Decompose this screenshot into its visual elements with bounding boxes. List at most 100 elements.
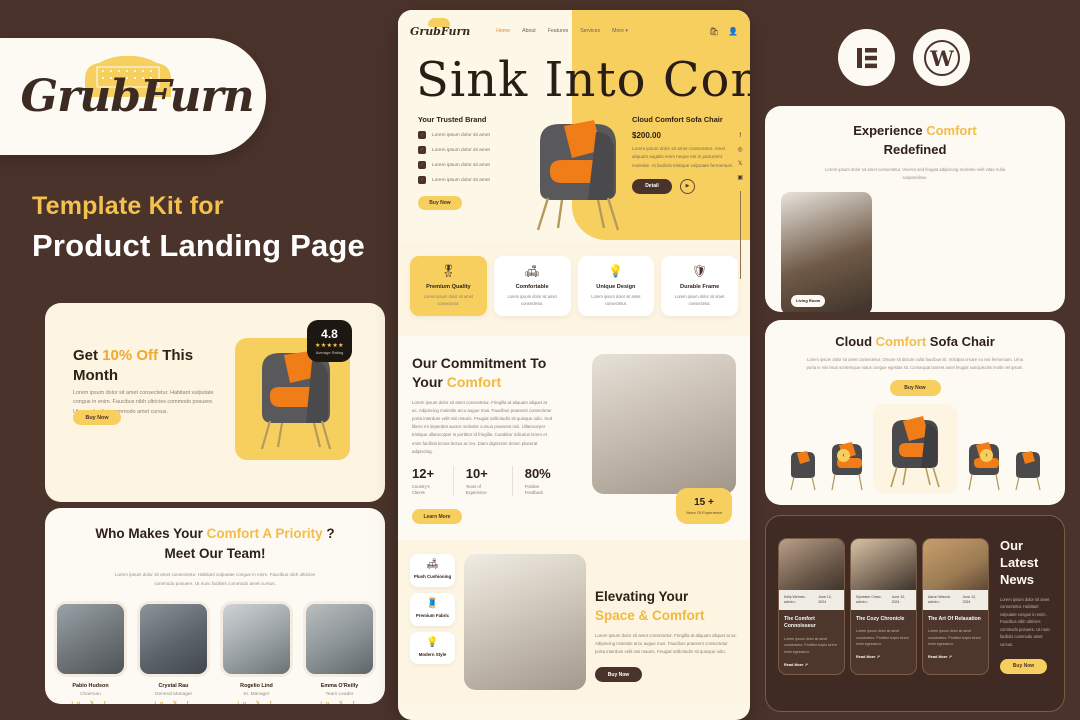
- stat-label: Years of Experience: [465, 483, 487, 496]
- gallery-tile-living-room[interactable]: Living Room: [781, 191, 873, 312]
- member-role: Chairman: [80, 691, 101, 697]
- carousel-thumb[interactable]: [1010, 446, 1046, 494]
- team-grid: Pablo Hudson Chairman in 𝕏 f Crystal Rau…: [45, 600, 385, 704]
- member-role: General Manager: [154, 691, 193, 697]
- hero-buy-now-button[interactable]: Buy Now: [418, 196, 462, 210]
- kit-title: Product Landing Page: [32, 228, 365, 263]
- detail-button[interactable]: Detail: [632, 178, 672, 194]
- read-more-link[interactable]: Read More ↗: [856, 654, 911, 659]
- check-icon[interactable]: ✓: [418, 176, 426, 184]
- platform-badges: W: [838, 29, 970, 86]
- news-side: Our Latest News Lorem ipsum dolor sit ame…: [994, 538, 1052, 675]
- news-post[interactable]: Sylvester Cristo-admin • June 12, 2024 T…: [850, 538, 917, 675]
- kit-label: Template Kit for: [32, 192, 224, 220]
- news-meta: Kelly Wehner-admin • June 12, 2024: [779, 590, 844, 610]
- member-social-icons[interactable]: in 𝕏 f: [137, 701, 210, 704]
- read-more-link[interactable]: Read More ↗: [928, 654, 983, 659]
- team-member[interactable]: Rogelio Lind Sr. Manager in 𝕏 f: [220, 600, 293, 704]
- news-body-text: Lorem ipsum dolor sit amet consectetur. …: [1000, 596, 1051, 648]
- member-name: Emma O'Reilly: [320, 682, 359, 689]
- avatar: [54, 600, 127, 677]
- fabric-icon: 🧵: [426, 598, 439, 610]
- carousel-active-slot[interactable]: [872, 403, 958, 494]
- experience-number: 15 +: [694, 497, 714, 509]
- news-thumbnail: [779, 539, 844, 590]
- carousel-thumb[interactable]: [785, 446, 821, 494]
- carousel-thumb[interactable]: [825, 436, 869, 494]
- learn-more-button[interactable]: Learn More: [412, 509, 462, 525]
- member-social-icons[interactable]: in 𝕏 f: [303, 701, 376, 704]
- instagram-icon[interactable]: ◎: [738, 146, 743, 153]
- side-feature-title: Premium Fabric: [415, 613, 450, 619]
- read-more-link[interactable]: Read More ↗: [784, 662, 839, 667]
- bag-icon[interactable]: 🛍: [709, 27, 719, 36]
- news-title: The Comfort Connoisseur: [784, 615, 816, 630]
- news-thumbnail: [923, 539, 988, 590]
- poster-canvas: GrubFurn Template Kit for Product Landin…: [0, 0, 1080, 720]
- nav-item-home[interactable]: Home: [496, 28, 510, 34]
- mockup-logo[interactable]: GrubFurn: [410, 17, 470, 38]
- commitment-body: Lorem ipsum dolor sit amet consectetur. …: [412, 399, 553, 454]
- member-social-icons[interactable]: in 𝕏 f: [220, 701, 293, 704]
- feature-cards-row: 🎖 Premium Quality Lorem ipsum dolor sit …: [398, 242, 750, 337]
- side-feature-modern-style[interactable]: 💡 Modern Style: [410, 631, 455, 665]
- carousel-next-button[interactable]: ›: [980, 448, 993, 462]
- side-feature-plush-cushioning[interactable]: 🛋 Plush Cushioning: [410, 554, 455, 588]
- logo-wrap: GrubFurn: [21, 55, 255, 139]
- gallery-title: Experience Comfort Redefined: [853, 123, 977, 157]
- youtube-icon[interactable]: ▣: [737, 174, 743, 181]
- x-icon[interactable]: 𝕏: [738, 160, 743, 167]
- check-icon[interactable]: ✓: [418, 161, 426, 169]
- news-meta: Sylvester Cristo-admin • June 12, 2024: [851, 590, 916, 610]
- news-post[interactable]: Aaron Wisozk-admin • June 12, 2024 The A…: [922, 538, 989, 675]
- news-body: The Comfort Connoisseur Lorem ipsum dolo…: [779, 610, 844, 674]
- product-carousel-card: Cloud Comfort Sofa Chair Lorem ipsum dol…: [765, 320, 1065, 505]
- team-member[interactable]: Emma O'Reilly Team Leader in 𝕏 f: [303, 600, 376, 704]
- stat-number: 10+: [465, 465, 488, 481]
- lamp-icon: 💡: [426, 636, 439, 648]
- feature-card-comfortable[interactable]: 🛋 Comfortable Lorem ipsum dolor sit amet…: [493, 256, 571, 317]
- feature-desc: Lorem ipsum dolor sit amet consectetur.: [507, 294, 557, 306]
- stat-number: 80%: [524, 465, 551, 481]
- offer-buy-now-button[interactable]: Buy Now: [73, 410, 121, 425]
- news-post[interactable]: Kelly Wehner-admin • June 12, 2024 The C…: [778, 538, 845, 675]
- landing-page-mockup: GrubFurn Home About Features Services Mo…: [398, 10, 750, 720]
- user-icon[interactable]: 👤: [728, 27, 738, 36]
- family-photo-secondary: [464, 554, 586, 691]
- carousel-buy-now-button[interactable]: Buy Now: [889, 379, 941, 396]
- news-author: Sylvester Cristo-admin •: [856, 595, 882, 605]
- elevating-buy-now-button[interactable]: Buy Now: [595, 667, 642, 683]
- product-carousel: ‹ ›: [765, 403, 1065, 494]
- stat-label: Country's Clients: [412, 483, 430, 496]
- elementor-logo: [838, 29, 895, 86]
- news-date: June 12, 2024: [962, 595, 977, 605]
- facebook-icon[interactable]: f: [739, 133, 741, 139]
- nav-item-features[interactable]: Features: [548, 28, 568, 34]
- checklist-label: Lorem ipsum dolor sit amet: [432, 162, 490, 168]
- avatar: [220, 600, 293, 677]
- check-icon[interactable]: ✓: [418, 131, 426, 139]
- play-icon[interactable]: ▶: [680, 178, 695, 194]
- nav-item-about[interactable]: About: [522, 28, 536, 34]
- news-excerpt: Lorem ipsum dolor sit amet consectetur. …: [928, 629, 981, 646]
- stat-number: 12+: [412, 465, 435, 481]
- hero-product-block: Cloud Comfort Sofa Chair $200.00 Lorem i…: [632, 114, 740, 194]
- check-icon[interactable]: ✓: [418, 146, 426, 154]
- side-feature-title: Plush Cushioning: [413, 574, 452, 580]
- carousel-prev-button[interactable]: ‹: [837, 448, 850, 462]
- nav-item-services[interactable]: Services: [580, 28, 600, 34]
- feature-card-durable-frame[interactable]: 🛡 Durable Frame Lorem ipsum dolor sit am…: [661, 256, 738, 317]
- news-body: The Cozy Chronicle Lorem ipsum dolor sit…: [851, 610, 916, 667]
- side-feature-title: Modern Style: [418, 651, 447, 657]
- feature-card-unique-design[interactable]: 💡 Unique Design Lorem ipsum dolor sit am…: [577, 256, 655, 317]
- team-member[interactable]: Pablo Hudson Chairman in 𝕏 f: [54, 600, 127, 704]
- team-title: Who Makes Your Comfort A Priority ? Meet…: [95, 526, 335, 561]
- member-social-icons[interactable]: in 𝕏 f: [54, 701, 127, 704]
- side-feature-premium-fabric[interactable]: 🧵 Premium Fabric: [410, 593, 455, 626]
- team-member[interactable]: Crystal Rau General Manager in 𝕏 f: [137, 600, 210, 704]
- news-buy-now-button[interactable]: Buy Now: [1000, 658, 1047, 674]
- nav-item-more[interactable]: More ▾: [612, 28, 628, 34]
- carousel-thumb[interactable]: [962, 436, 1006, 494]
- feature-card-premium-quality[interactable]: 🎖 Premium Quality Lorem ipsum dolor sit …: [410, 256, 487, 317]
- hero-armchair-illustration: [536, 120, 620, 231]
